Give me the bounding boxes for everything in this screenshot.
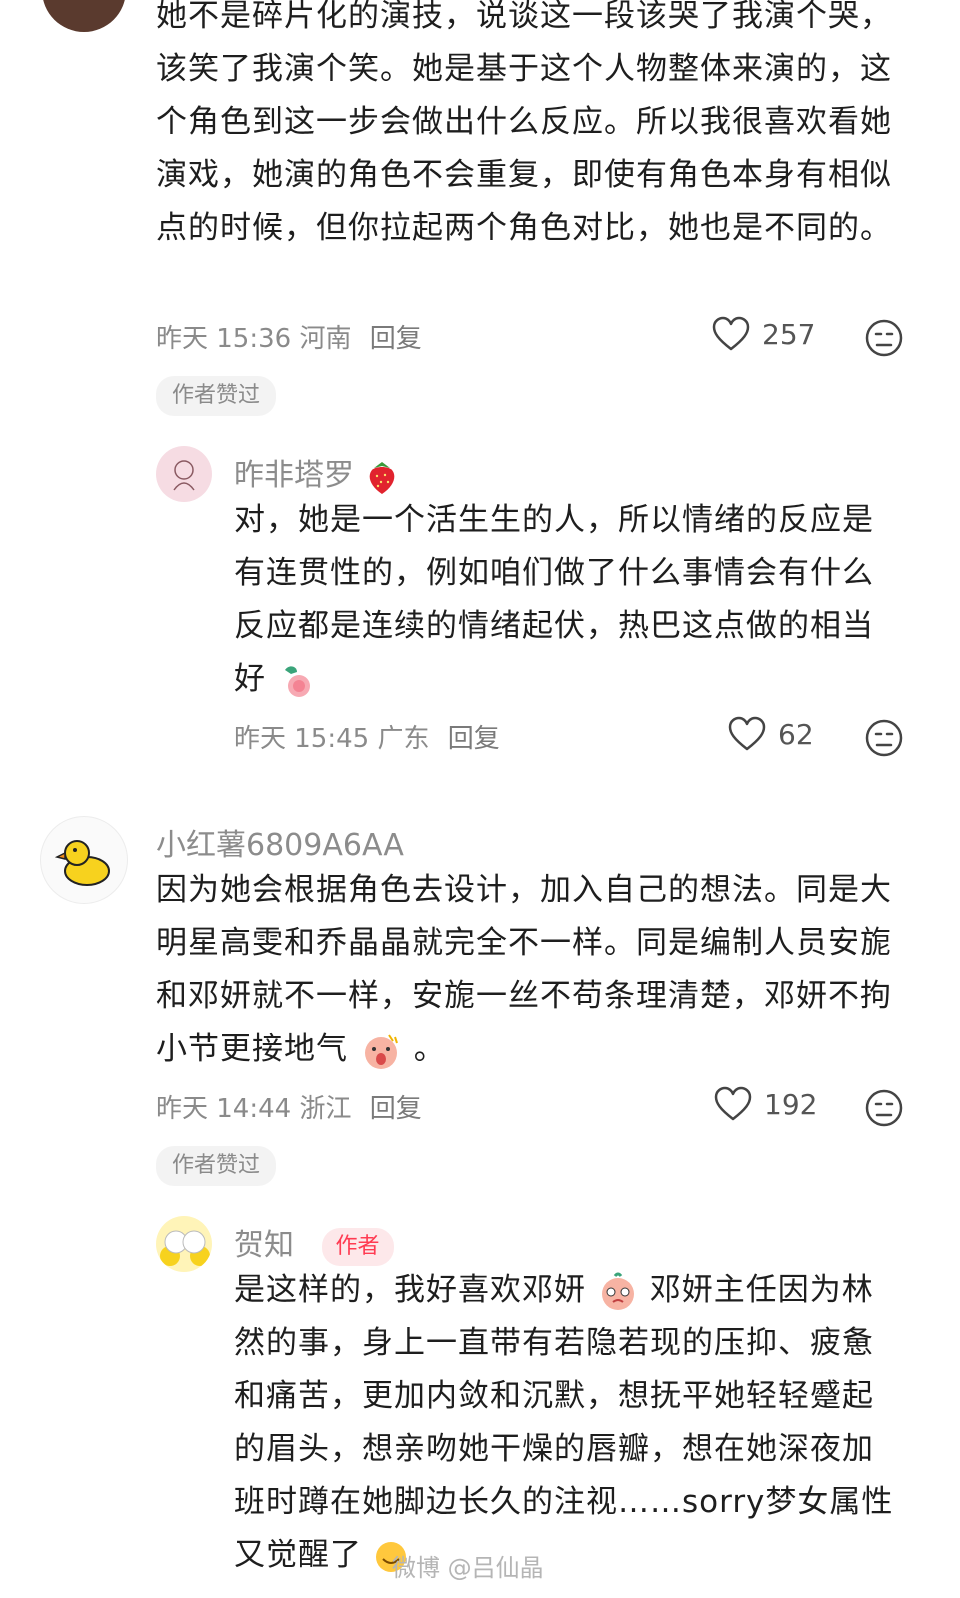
reply-button[interactable]: 回复 <box>370 324 422 354</box>
author-liked-badge: 作者赞过 <box>156 1146 277 1186</box>
like-count: 192 <box>764 1087 818 1121</box>
duck-icon <box>54 840 110 886</box>
dislike-icon[interactable] <box>864 318 904 358</box>
heart-icon <box>714 1086 752 1121</box>
comment-meta: 昨天 15:36 河南 回复 <box>156 318 422 355</box>
heart-icon <box>728 716 766 751</box>
watermark: 微博 @吕仙晶 <box>392 1554 544 1582</box>
dislike-icon[interactable] <box>864 1088 904 1128</box>
like-button[interactable]: 62 <box>728 716 814 752</box>
peach-emoji <box>284 665 310 697</box>
comment-text: 她不是碎片化的演技，说谈这一段该哭了我演个哭，该笑了我演个笑。她是基于这个人物整… <box>156 0 892 246</box>
comment-author-name[interactable]: 小红薯6809A6AA <box>156 820 404 864</box>
comment-meta: 昨天 14:44 浙江 回复 <box>156 1088 422 1125</box>
commenter-avatar[interactable] <box>40 816 128 904</box>
reply-time: 昨天 15:45 <box>234 724 370 754</box>
reply-button[interactable]: 回复 <box>448 724 500 754</box>
comment-time: 昨天 14:44 <box>156 1094 292 1124</box>
author-tag: 作者 <box>321 1227 394 1266</box>
like-count: 257 <box>762 317 816 351</box>
reply-button[interactable]: 回复 <box>370 1094 422 1124</box>
like-button[interactable]: 257 <box>712 316 815 352</box>
reply-meta: 昨天 15:45 广东 回复 <box>234 718 500 755</box>
reply-author-name[interactable]: 昨非塔罗 <box>234 450 400 496</box>
crying-peach-emoji <box>601 1272 634 1310</box>
comment-text: 因为她会根据角色去设计，加入自己的想法。同是大明星高雯和乔晶晶就完全不一样。同是… <box>156 864 896 1076</box>
like-count: 62 <box>778 717 814 751</box>
reply-avatar[interactable] <box>156 446 212 502</box>
like-button[interactable]: 192 <box>714 1086 817 1122</box>
commenter-avatar-top[interactable] <box>42 0 126 32</box>
comment-location: 浙江 <box>299 1094 352 1124</box>
comment-location: 河南 <box>299 324 352 354</box>
author-liked-badge: 作者赞过 <box>156 376 277 416</box>
comment-time: 昨天 15:36 <box>156 324 292 354</box>
reply-avatar[interactable] <box>156 1216 212 1272</box>
surprised-peach-emoji <box>364 1033 398 1069</box>
reply-text: 是这样的，我好喜欢邓妍 邓妍主任因为林然的事，身上一直带有若隐若现的压抑、疲惫和… <box>234 1272 894 1573</box>
heart-icon <box>712 316 750 351</box>
dislike-icon[interactable] <box>864 718 904 758</box>
reply-author-name[interactable]: 贺知 作者 <box>234 1220 394 1266</box>
reply-location: 广东 <box>377 724 430 754</box>
reply-text: 对，她是一个活生生的人，所以情绪的反应是有连贯性的，例如咱们做了什么事情会有什么… <box>234 494 898 706</box>
strawberry-icon <box>369 461 394 494</box>
